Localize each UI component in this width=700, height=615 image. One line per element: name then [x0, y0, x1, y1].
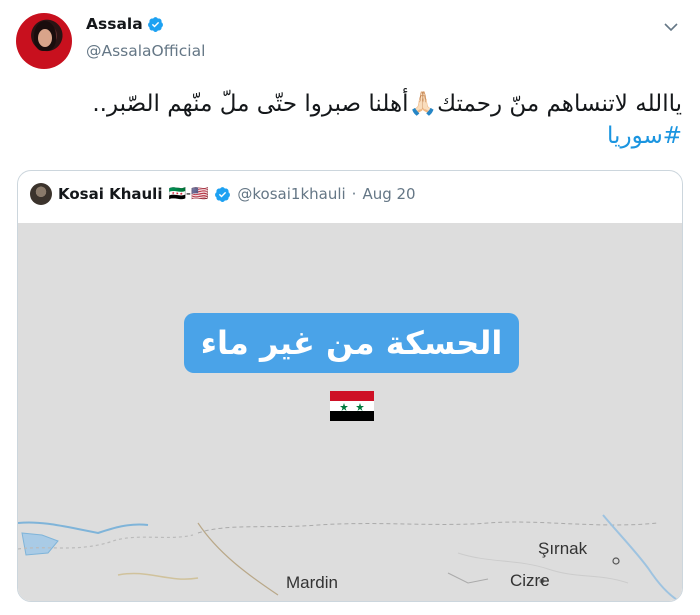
verified-badge-icon	[215, 186, 231, 202]
quoted-author-flags: 🇸🇾-🇺🇸	[168, 186, 209, 202]
verified-badge-icon	[147, 16, 163, 32]
map-overlay-title: الحسكة من غير ماء	[184, 313, 519, 373]
quoted-author-name: Kosai Khauli	[58, 185, 163, 203]
map-label-mardin: Mardin	[286, 573, 338, 592]
quoted-author-handle: @kosai1khauli	[237, 185, 346, 203]
map-label-cizre: Cizre	[510, 571, 550, 590]
author-name-row: Assala	[86, 15, 164, 33]
tweet-body: ياالله لاتنساهم منّ رحمتك🙏🏻أهلنا صبروا ح…	[92, 91, 682, 117]
quoted-tweet-header: Kosai Khauli 🇸🇾-🇺🇸 @kosai1khauli · Aug 2…	[30, 183, 416, 205]
chevron-down-icon[interactable]	[664, 22, 678, 32]
syria-flag-icon	[330, 391, 374, 421]
hashtag-link[interactable]: #سوريا	[607, 123, 682, 149]
author-avatar[interactable]	[16, 13, 72, 69]
quoted-media-map[interactable]: الحسكة من غير ماء Mardin Şırnak Cizre	[18, 223, 682, 601]
quoted-author-avatar	[30, 183, 52, 205]
author-name[interactable]: Assala	[86, 15, 143, 33]
author-handle[interactable]: @AssalaOfficial	[86, 42, 205, 60]
tweet-text: ياالله لاتنساهم منّ رحمتك🙏🏻أهلنا صبروا ح…	[80, 88, 682, 152]
map-label-sirnak: Şırnak	[538, 539, 588, 558]
tweet-card: Assala @AssalaOfficial ياالله لاتنساهم م…	[0, 0, 700, 615]
quoted-tweet-date: Aug 20	[362, 185, 416, 203]
quoted-tweet[interactable]: Kosai Khauli 🇸🇾-🇺🇸 @kosai1khauli · Aug 2…	[17, 170, 683, 602]
separator-dot: ·	[351, 185, 357, 203]
